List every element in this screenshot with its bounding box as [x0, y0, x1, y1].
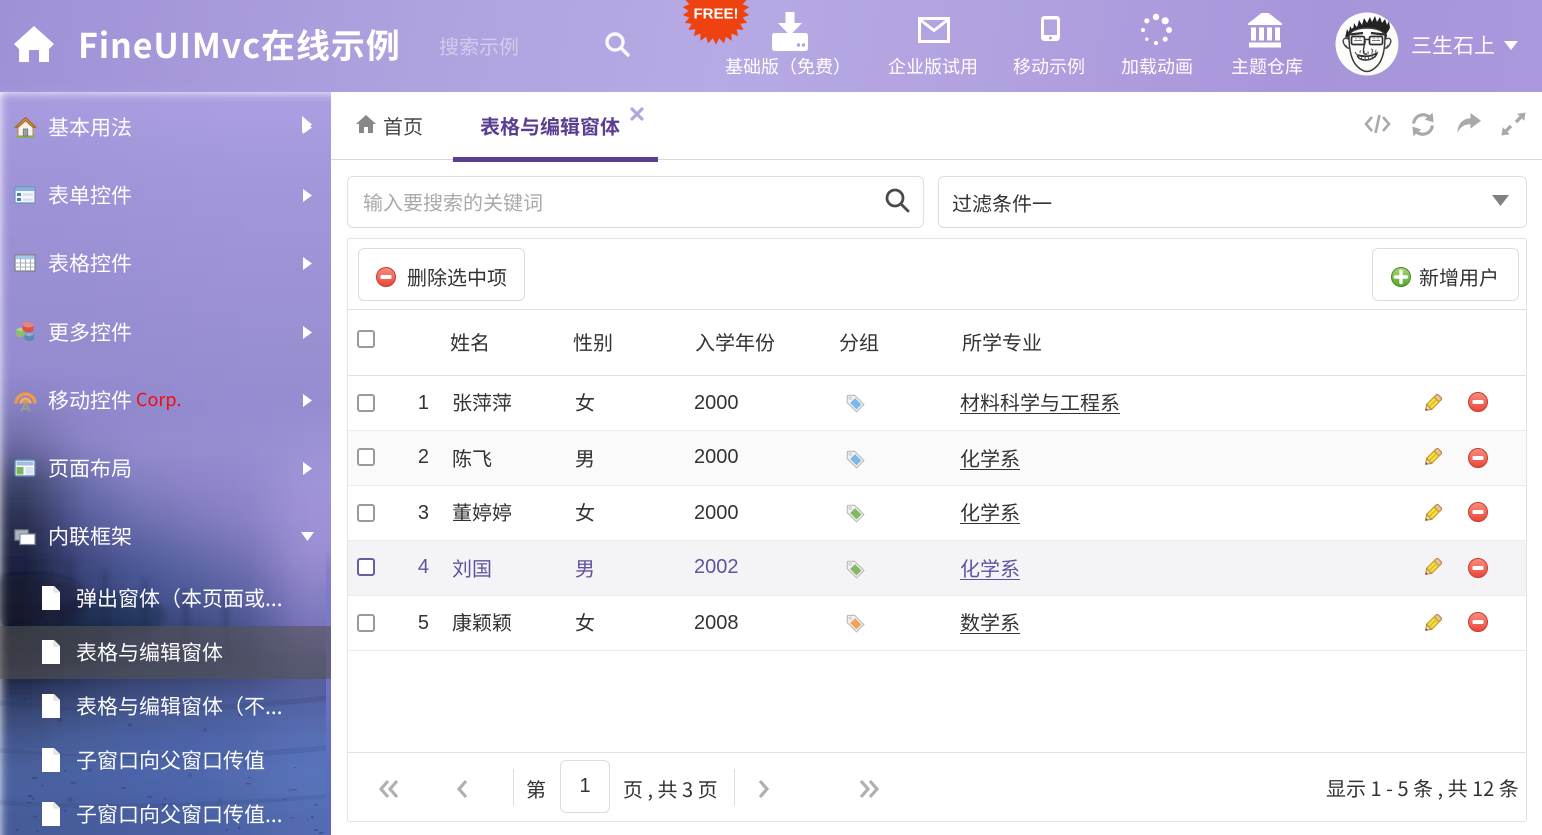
svg-text:FREE!: FREE! [694, 6, 739, 23]
